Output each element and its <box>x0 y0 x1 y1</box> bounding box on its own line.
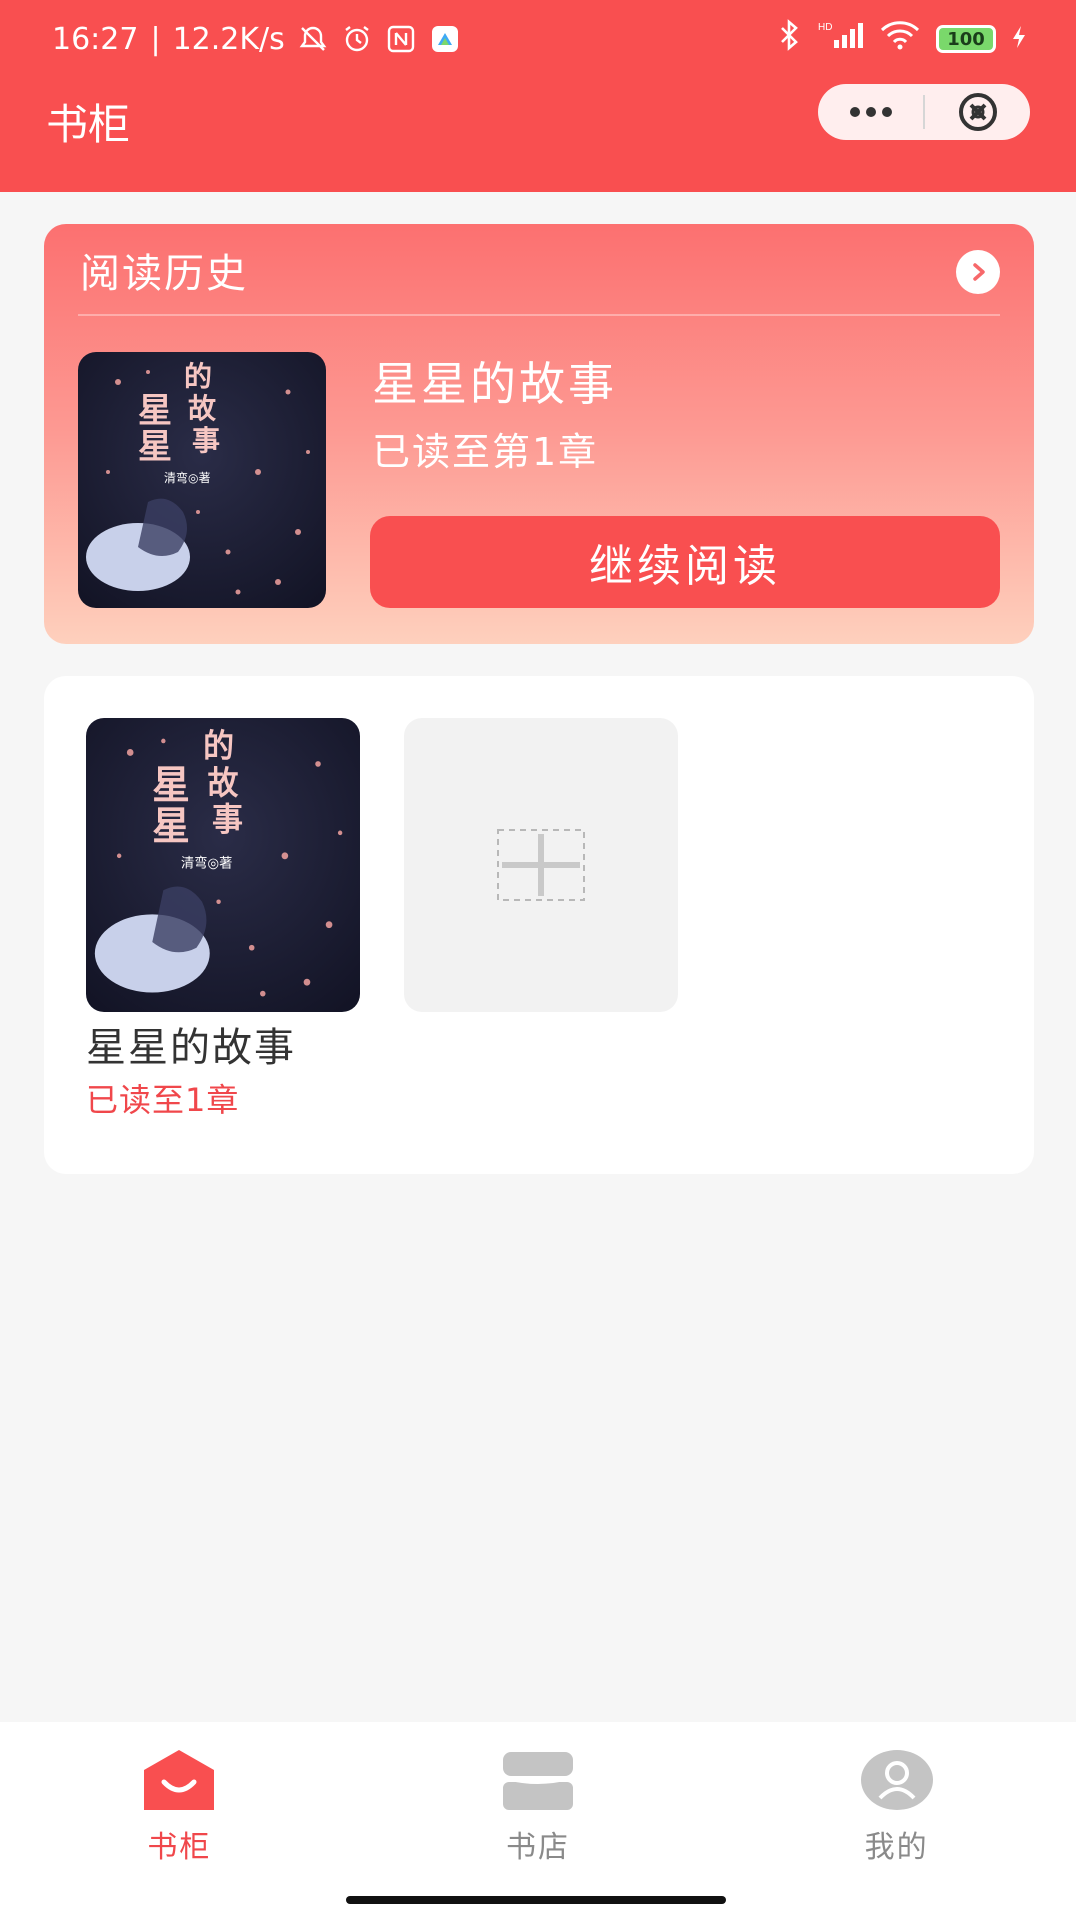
tab-label-store: 书店 <box>506 1830 570 1865</box>
wifi-icon <box>880 20 920 58</box>
shelf-book-cover[interactable]: 星 星 的 故 事 清弯◎著 <box>86 718 360 1012</box>
bookshelf-card: 星 星 的 故 事 清弯◎著 星星的故事 已读至1章 <box>44 676 1034 1174</box>
close-circle-icon <box>958 93 997 131</box>
cover-author: 清弯◎著 <box>164 470 210 485</box>
tab-mine[interactable]: 我的 <box>717 1722 1076 1916</box>
network-speed: 12.2K/s <box>172 21 285 57</box>
user-icon <box>858 1748 936 1812</box>
mini-program-capsule <box>818 84 1030 140</box>
bluetooth-icon <box>776 19 802 59</box>
book-cover-art: 星 星 的 故 事 清弯◎著 <box>78 352 326 608</box>
add-book-button[interactable] <box>404 718 678 1012</box>
signal-icon: HD <box>818 20 864 58</box>
history-book-title: 星星的故事 <box>372 357 617 411</box>
history-progress: 已读至第1章 <box>372 430 599 474</box>
cover-char-xing-2: 星 <box>138 427 172 467</box>
tab-bar: 书柜 书店 我的 <box>0 1722 1076 1916</box>
tab-label-bookshelf: 书柜 <box>147 1830 212 1865</box>
store-icon <box>499 1748 577 1812</box>
reading-history-card: 阅读历史 星 星 的 故 事 清弯◎著 星星的故事 已读至第1章 继续阅读 <box>44 224 1034 644</box>
svg-text:HD: HD <box>818 22 832 33</box>
cover-char-shi: 事 <box>192 424 220 457</box>
tab-store[interactable]: 书店 <box>359 1722 718 1916</box>
shelf-book-title: 星星的故事 <box>86 1025 296 1071</box>
mute-bell-icon <box>297 23 329 55</box>
cover-char-de: 的 <box>203 727 234 765</box>
status-bar: 16:27 | 12.2K/s HD 100 <box>0 0 1076 78</box>
app-notification-icon <box>429 23 461 55</box>
more-button[interactable] <box>818 84 923 140</box>
tab-bookshelf[interactable]: 书柜 <box>0 1722 359 1916</box>
history-more-button[interactable] <box>956 250 1000 294</box>
close-button[interactable] <box>925 84 1030 140</box>
status-left: 16:27 | 12.2K/s <box>52 22 461 57</box>
status-separator: | <box>150 21 161 57</box>
battery-icon: 100 <box>936 25 996 53</box>
home-indicator[interactable] <box>346 1896 726 1904</box>
cover-char-xing: 星 <box>138 391 172 431</box>
book-cover-art: 星 星 的 故 事 清弯◎著 <box>86 718 360 1012</box>
bookshelf-icon <box>140 1748 218 1812</box>
tab-label-mine: 我的 <box>864 1830 929 1865</box>
cover-char-xing-2: 星 <box>152 804 190 850</box>
cover-char-shi: 事 <box>212 801 243 839</box>
charging-icon <box>1012 22 1026 57</box>
status-time: 16:27 <box>52 21 139 57</box>
continue-reading-button[interactable]: 继续阅读 <box>370 516 1000 608</box>
history-book-cover[interactable]: 星 星 的 故 事 清弯◎著 <box>78 352 326 608</box>
history-title: 阅读历史 <box>80 251 248 297</box>
chevron-right-icon <box>973 263 985 281</box>
status-right: HD 100 <box>776 19 1026 59</box>
header: 16:27 | 12.2K/s HD 100 书柜 <box>0 0 1076 192</box>
more-dots-icon <box>849 107 892 117</box>
page-title: 书柜 <box>46 100 131 149</box>
add-book-icon <box>497 829 585 901</box>
cover-char-gu: 故 <box>208 764 239 802</box>
shelf-book-item[interactable]: 星 星 的 故 事 清弯◎著 星星的故事 已读至1章 <box>86 718 360 1122</box>
cover-char-gu: 故 <box>188 392 216 425</box>
app-root: 16:27 | 12.2K/s HD 100 书柜 阅读历史 星 星 的 故 事… <box>0 0 1076 1916</box>
nfc-icon <box>385 23 417 55</box>
alarm-icon <box>341 23 373 55</box>
history-divider <box>78 314 1000 316</box>
shelf-book-progress: 已读至1章 <box>86 1081 240 1119</box>
cover-author: 清弯◎著 <box>181 854 232 871</box>
cover-char-de: 的 <box>184 360 212 393</box>
cover-char-xing: 星 <box>152 763 190 809</box>
